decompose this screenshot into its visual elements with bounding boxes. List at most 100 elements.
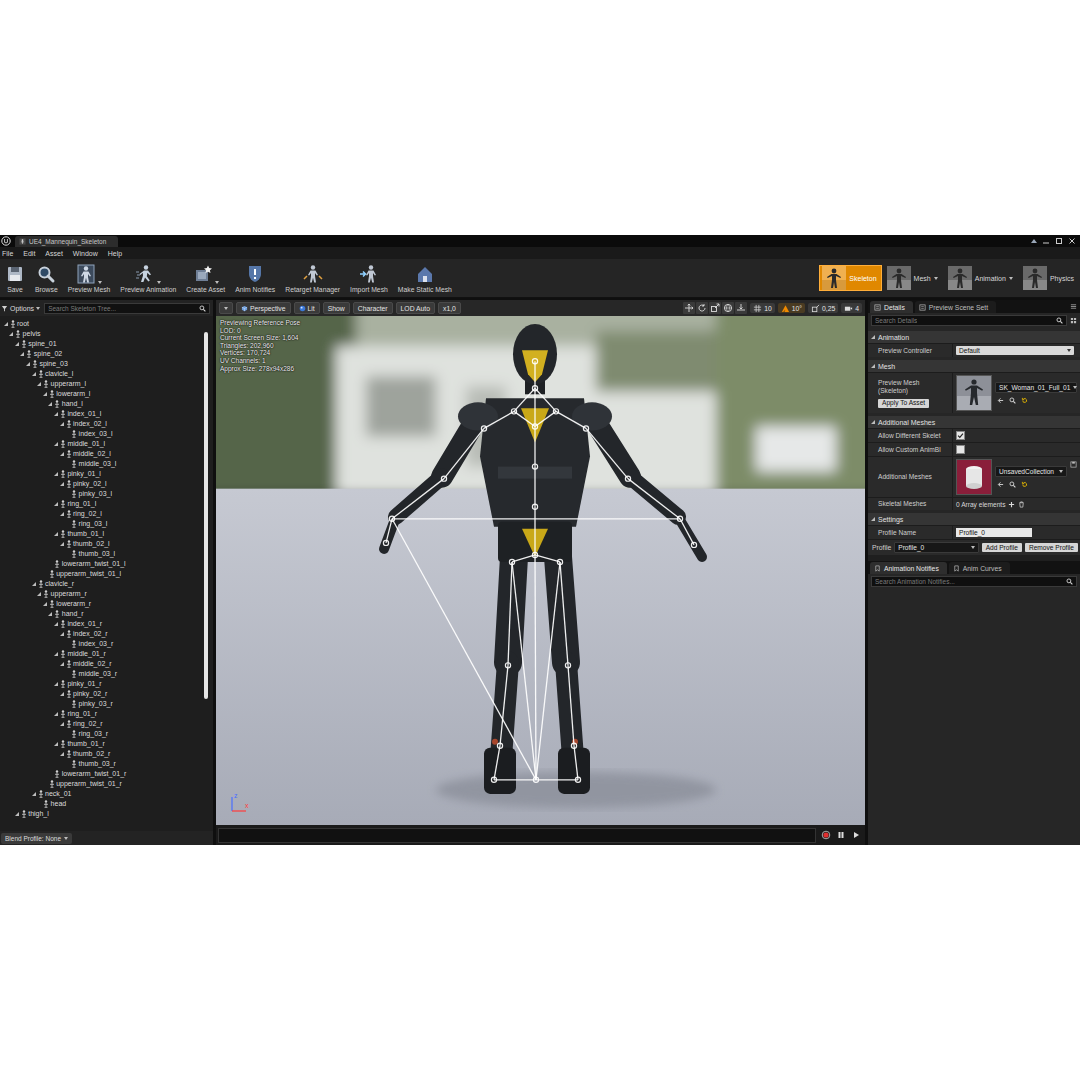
grid-view-icon[interactable]	[1070, 317, 1077, 324]
bone-row[interactable]: ring_03_l	[0, 519, 204, 529]
details-search-field[interactable]: Search Details	[871, 315, 1067, 326]
viewport-options-button[interactable]	[219, 302, 233, 314]
bone-row[interactable]: thumb_01_r	[0, 739, 204, 749]
blend-profile-dropdown[interactable]: Blend Profile: None	[1, 833, 72, 844]
checkbox[interactable]	[956, 431, 965, 440]
snap-setting[interactable]: 4	[841, 303, 862, 313]
expand-arrow-icon[interactable]	[54, 412, 58, 416]
record-icon[interactable]	[821, 830, 831, 840]
bone-row[interactable]: ring_02_l	[0, 509, 204, 519]
expand-arrow-icon[interactable]	[60, 542, 64, 546]
mode-button[interactable]: Skeleton	[819, 265, 881, 291]
expand-arrow-icon[interactable]	[37, 382, 41, 386]
expand-arrow-icon[interactable]	[54, 742, 58, 746]
bone-row[interactable]: pinky_03_r	[0, 699, 204, 709]
bone-row[interactable]: lowerarm_twist_01_l	[0, 559, 204, 569]
collection-thumbnail-icon[interactable]	[956, 459, 992, 495]
reset-icon[interactable]	[1021, 397, 1028, 404]
bone-row[interactable]: hand_l	[0, 399, 204, 409]
document-tab[interactable]: UE4_Mannequin_Skeleton	[15, 236, 118, 247]
profile-button[interactable]: Add Profile	[982, 543, 1022, 552]
snap-setting[interactable]: 10	[750, 303, 775, 313]
viewport-button[interactable]: LOD Auto	[396, 302, 435, 314]
section-header[interactable]: Animation	[868, 331, 1080, 343]
viewport-scene[interactable]: Previewing Reference PoseLOD: 0Current S…	[216, 316, 865, 825]
bone-row[interactable]: upperarm_twist_01_r	[0, 779, 204, 789]
toolbar-button[interactable]: Preview Mesh	[63, 259, 116, 297]
timeline-track[interactable]	[218, 828, 816, 843]
expand-arrow-icon[interactable]	[32, 792, 36, 796]
bone-row[interactable]: middle_02_l	[0, 449, 204, 459]
world-space-icon[interactable]	[722, 302, 734, 314]
bone-row[interactable]: clavicle_l	[0, 369, 204, 379]
bone-row[interactable]: upperarm_l	[0, 379, 204, 389]
scene-render[interactable]	[216, 316, 865, 825]
apply-to-asset-button[interactable]: Apply To Asset	[878, 399, 929, 408]
expand-arrow-icon[interactable]	[54, 442, 58, 446]
tree-scrollbar[interactable]	[204, 332, 209, 815]
bone-row[interactable]: clavicle_r	[0, 579, 204, 589]
expand-arrow-icon[interactable]	[32, 582, 36, 586]
dropdown[interactable]: Default	[956, 346, 1074, 355]
panel-tab[interactable]: Details	[870, 301, 913, 313]
snap-setting[interactable]: 10°	[778, 303, 805, 313]
bone-row[interactable]: ring_02_r	[0, 719, 204, 729]
toolbar-button[interactable]: Anim Notifies	[230, 259, 280, 297]
bone-row[interactable]: index_01_r	[0, 619, 204, 629]
bone-row[interactable]: thumb_01_l	[0, 529, 204, 539]
skeleton-search-field[interactable]: Search Skeleton Tree...	[44, 303, 210, 314]
scale-icon[interactable]	[709, 302, 721, 314]
viewport-button[interactable]: x1,0	[438, 302, 461, 314]
expand-arrow-icon[interactable]	[26, 362, 30, 366]
viewport-button[interactable]: Lit	[294, 302, 320, 314]
toolbar-button[interactable]: Retarget Manager	[280, 259, 345, 297]
bone-row[interactable]: middle_02_r	[0, 659, 204, 669]
view-options-icon[interactable]	[1070, 303, 1077, 310]
asset-dropdown[interactable]: UnsavedCollection	[995, 466, 1067, 477]
trash-icon[interactable]	[1018, 501, 1025, 508]
mode-button[interactable]: Mesh	[884, 265, 943, 291]
expand-arrow-icon[interactable]	[60, 452, 64, 456]
bone-row[interactable]: ring_01_l	[0, 499, 204, 509]
text-field[interactable]: Profile_0	[956, 528, 1032, 537]
play-icon[interactable]	[851, 830, 861, 840]
bone-row[interactable]: index_02_l	[0, 419, 204, 429]
bone-row[interactable]: thumb_03_r	[0, 759, 204, 769]
toolbar-button[interactable]: Preview Animation	[115, 259, 181, 297]
viewport-button[interactable]: Character	[353, 302, 393, 314]
bone-row[interactable]: lowerarm_r	[0, 599, 204, 609]
expand-arrow-icon[interactable]	[48, 402, 52, 406]
checkbox[interactable]	[956, 445, 965, 454]
section-header[interactable]: Additional Meshes	[868, 416, 1080, 428]
browse-asset-icon[interactable]	[1009, 481, 1016, 488]
bone-row[interactable]: thumb_02_l	[0, 539, 204, 549]
character-mesh[interactable]	[384, 324, 702, 794]
expand-arrow-icon[interactable]	[4, 322, 8, 326]
bone-row[interactable]: index_01_l	[0, 409, 204, 419]
pause-icon[interactable]	[836, 830, 846, 840]
section-header[interactable]: Settings	[868, 513, 1080, 525]
bone-row[interactable]: ring_01_r	[0, 709, 204, 719]
menu-item[interactable]: Help	[108, 250, 122, 257]
bone-row[interactable]: upperarm_twist_01_l	[0, 569, 204, 579]
bone-row[interactable]: spine_02	[0, 349, 204, 359]
expand-arrow-icon[interactable]	[60, 482, 64, 486]
viewport-button[interactable]: Perspective	[236, 302, 291, 314]
maximize-icon[interactable]	[1055, 237, 1063, 245]
bone-row[interactable]: thumb_03_l	[0, 549, 204, 559]
bone-row[interactable]: middle_03_l	[0, 459, 204, 469]
bone-row[interactable]: hand_r	[0, 609, 204, 619]
expand-arrow-icon[interactable]	[60, 512, 64, 516]
toolbar-button[interactable]: Import Mesh	[345, 259, 393, 297]
browse-asset-icon[interactable]	[1009, 397, 1016, 404]
expand-arrow-icon[interactable]	[15, 812, 19, 816]
bone-row[interactable]: pinky_01_l	[0, 469, 204, 479]
expand-arrow-icon[interactable]	[20, 352, 24, 356]
bone-row[interactable]: spine_01	[0, 339, 204, 349]
bone-row[interactable]: lowerarm_l	[0, 389, 204, 399]
bone-row[interactable]: spine_03	[0, 359, 204, 369]
bone-row[interactable]: upperarm_r	[0, 589, 204, 599]
mode-button[interactable]: Animation	[945, 265, 1018, 291]
surface-snap-icon[interactable]	[735, 302, 747, 314]
bone-row[interactable]: thigh_l	[0, 809, 204, 819]
